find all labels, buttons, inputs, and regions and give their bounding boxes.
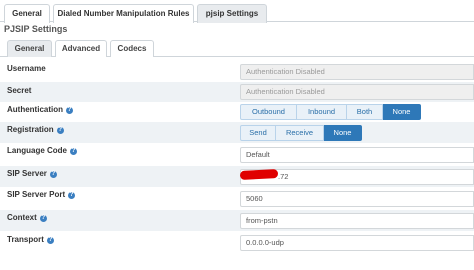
- registration-send-button[interactable]: Send: [240, 125, 276, 141]
- sip-server-port-field[interactable]: 5060: [240, 191, 474, 207]
- sip-server-row: SIP Server? .72: [0, 166, 474, 187]
- tab-general[interactable]: General: [4, 4, 50, 23]
- question-circle-icon[interactable]: ?: [56, 127, 64, 134]
- language-code-label: Language Code?: [7, 146, 78, 155]
- authentication-outbound-button[interactable]: Outbound: [240, 104, 297, 120]
- authentication-label-text: Authentication: [7, 105, 63, 114]
- context-label-text: Context: [7, 213, 37, 222]
- context-row: Context? from-pstn: [0, 210, 474, 231]
- language-code-row: Language Code? Default: [0, 143, 474, 166]
- authentication-inbound-button[interactable]: Inbound: [297, 104, 347, 120]
- authentication-row: Authentication? Outbound Inbound Both No…: [0, 102, 474, 122]
- tab-pjsip-settings[interactable]: pjsip Settings: [197, 4, 267, 23]
- question-circle-icon[interactable]: ?: [68, 192, 76, 199]
- subtab-general[interactable]: General: [7, 40, 52, 57]
- authentication-both-button[interactable]: Both: [347, 104, 383, 120]
- question-circle-icon[interactable]: ?: [39, 215, 47, 222]
- registration-receive-button[interactable]: Receive: [276, 125, 324, 141]
- question-circle-icon[interactable]: ?: [70, 148, 78, 155]
- transport-select[interactable]: 0.0.0.0-udp: [240, 235, 474, 251]
- secret-row: Secret Authentication Disabled: [0, 82, 474, 102]
- question-circle-icon[interactable]: ?: [46, 237, 54, 244]
- sip-server-port-row: SIP Server Port? 5060: [0, 187, 474, 210]
- section-title: PJSIP Settings: [4, 24, 68, 34]
- authentication-none-button[interactable]: None: [383, 104, 421, 120]
- registration-row: Registration? Send Receive None: [0, 122, 474, 143]
- transport-label: Transport?: [7, 235, 54, 244]
- subtab-advanced[interactable]: Advanced: [55, 40, 107, 57]
- sip-server-label-text: SIP Server: [7, 169, 47, 178]
- subtab-codecs[interactable]: Codecs: [110, 40, 154, 57]
- tab-dialed-number-manipulation-rules[interactable]: Dialed Number Manipulation Rules: [53, 4, 194, 23]
- secret-field[interactable]: Authentication Disabled: [240, 84, 474, 100]
- registration-none-button[interactable]: None: [324, 125, 362, 141]
- registration-button-group: Send Receive None: [240, 125, 362, 141]
- sip-server-port-label: SIP Server Port?: [7, 190, 76, 199]
- authentication-label: Authentication?: [7, 105, 73, 114]
- authentication-button-group: Outbound Inbound Both None: [240, 104, 421, 120]
- transport-label-text: Transport: [7, 235, 44, 244]
- context-field[interactable]: from-pstn: [240, 213, 474, 229]
- registration-label-text: Registration: [7, 125, 54, 134]
- username-row: Username Authentication Disabled: [0, 62, 474, 82]
- question-circle-icon[interactable]: ?: [49, 171, 57, 178]
- top-tab-bar: General Dialed Number Manipulation Rules…: [0, 0, 474, 23]
- sip-server-label: SIP Server?: [7, 169, 57, 178]
- question-circle-icon[interactable]: ?: [66, 107, 73, 114]
- context-label: Context?: [7, 213, 47, 222]
- username-field[interactable]: Authentication Disabled: [240, 64, 474, 80]
- language-code-label-text: Language Code: [7, 146, 68, 155]
- username-label: Username: [7, 64, 46, 73]
- registration-label: Registration?: [7, 125, 64, 134]
- transport-row: Transport? 0.0.0.0-udp: [0, 231, 474, 256]
- language-code-select[interactable]: Default: [240, 147, 474, 163]
- sub-tab-bar: General Advanced Codecs: [0, 40, 474, 57]
- sip-server-port-label-text: SIP Server Port: [7, 190, 66, 199]
- secret-label: Secret: [7, 86, 32, 95]
